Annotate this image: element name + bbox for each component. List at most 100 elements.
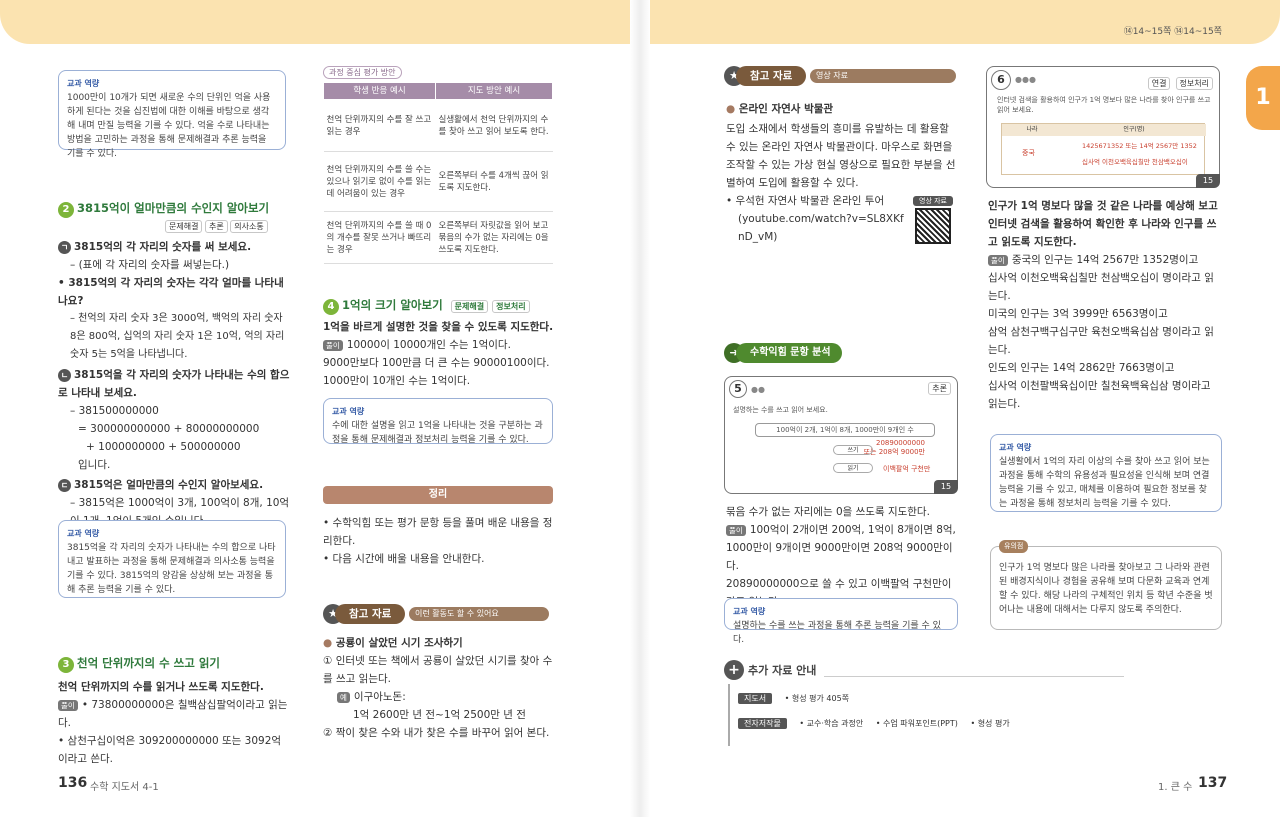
competency-note-1: 교과 역량 1000만이 10개가 되면 새로운 수의 단위인 억을 사용하게 … — [58, 70, 286, 159]
museum-url[interactable]: (youtube.com/watch?v=SL8XKfnD_vM) — [726, 210, 906, 246]
qr-label: 영상 자료 — [913, 196, 953, 206]
competency-note-2: 교과 역량 3815억을 각 자리의 숫자가 나타내는 수의 합으로 나타내고 … — [58, 520, 286, 598]
caution-note: 유의점 인구가 1억 명보다 많은 나라를 찾아보고 그 나라와 관련된 배경지… — [990, 540, 1222, 630]
material-tag: 전자저작물 — [738, 718, 787, 729]
section-number: 4 — [323, 299, 339, 315]
section-title: 1억의 크기 알아보기 — [342, 298, 443, 312]
population-number: 1425671352 또는 14억 2567만 1352 — [1082, 142, 1197, 150]
additional-title: 추가 자료 안내 — [748, 664, 817, 677]
tag: 추론 — [928, 382, 951, 395]
sec3-line-1: 천억 단위까지의 수를 읽거나 쓰도록 지도한다. — [58, 681, 264, 693]
note-text: 실생활에서 1억의 자리 이상의 수를 찾아 쓰고 읽어 보는 과정을 통해 수… — [999, 457, 1210, 509]
note-text: 설명하는 수를 쓰는 과정을 통해 추론 능력을 기를 수 있다. — [733, 621, 941, 645]
reference-subtitle: 영상 자료 — [810, 69, 956, 83]
note-label: 교과 역량 — [67, 79, 100, 88]
q2b: = 300000000000 + 80000000000 — [78, 423, 260, 435]
p6-line-3: 십사억 이천오백육십칠만 천삼백오십이 명이라고 읽는다. — [988, 272, 1214, 302]
p6-line-6: 인도의 인구는 14억 2862만 7663명이고 — [988, 362, 1175, 374]
material-item[interactable]: • 교수·학습 과정안 — [799, 719, 863, 728]
note-label: 교과 역량 — [332, 407, 365, 416]
problem-5-box: 5 ●● 추론 설명하는 수를 쓰고 읽어 보세요. 100억이 2개, 1억이… — [724, 376, 958, 494]
q3: 3815억은 얼마만큼의 수인지 알아보세요. — [74, 479, 264, 491]
note-text: 1000만이 10개가 되면 새로운 수의 단위인 억을 사용하게 된다는 것을… — [67, 93, 271, 159]
section-4-body: 1억을 바르게 설명한 것을 찾을 수 있도록 지도한다. 풀이 10000이 1… — [323, 318, 555, 390]
page-fold — [630, 0, 650, 817]
q-marker: ㄴ — [58, 369, 71, 382]
sec3-line-2: • 73800000000은 칠백삼십팔억이라고 읽는다. — [58, 699, 288, 729]
p5-line-1: 묶음 수가 없는 자리에는 0을 쓰도록 지도한다. — [726, 506, 930, 518]
problem-number: 5 — [729, 380, 747, 398]
material-row-2: 전자저작물 • 교수·학습 과정안 • 수업 파워포인트(PPT) • 형성 평… — [738, 718, 1010, 729]
section-4-heading: 4 1억의 크기 알아보기 문제해결 정보처리 — [323, 297, 563, 315]
table-caption: 과정 중심 평가 방안 — [323, 66, 402, 79]
answer-label: 풀이 — [988, 255, 1008, 266]
tag: 추론 — [205, 220, 228, 233]
tag: 문제해결 — [450, 300, 489, 313]
note-label: 교과 역량 — [733, 607, 766, 616]
reference-line-2: ② 짝이 찾은 수와 내가 찾은 수를 바꾸어 읽어 본다. — [323, 727, 550, 739]
section-3-body: 천억 단위까지의 수를 읽거나 쓰도록 지도한다. 풀이 • 7380000000… — [58, 678, 290, 768]
problem-question: 인터넷 검색을 활용하여 인구가 1억 명보다 많은 나라를 찾아 인구를 쓰고… — [997, 96, 1211, 114]
p6-line-1: 인구가 1억 명보다 많을 것 같은 나라를 예상해 보고 인터넷 검색을 활용… — [988, 200, 1218, 248]
reference-body: ● 공룡이 살았던 시기 조사하기 ① 인터넷 또는 책에서 공룡이 살았던 시… — [323, 634, 555, 742]
answer-number: 20890000000 — [876, 439, 925, 447]
p6-line-7: 십사억 이천팔백육십이만 칠천육백육십삼 명이라고 읽는다. — [988, 380, 1211, 410]
table-row: 천억 단위까지의 수를 잘 쓰고 읽는 경우 실생활에서 천억 단위까지의 수를 … — [323, 99, 553, 152]
p6-line-2: 중국의 인구는 14억 2567만 1352명이고 — [1011, 254, 1199, 266]
problem-6-box: 6 ●●● 연결 정보처리 인터넷 검색을 활용하여 인구가 1억 명보다 많은… — [986, 66, 1220, 188]
sec4-line-4: 1000만이 10개인 수는 1억이다. — [323, 375, 471, 387]
summary-line-2: • 다음 시간에 배울 내용을 안내한다. — [323, 553, 485, 565]
section-title: 3815억이 얼마만큼의 수인지 알아보기 — [77, 201, 270, 215]
material-item[interactable]: • 수업 파워포인트(PPT) — [876, 719, 958, 728]
table-cell: 천억 단위까지의 수를 쓸 수는 있으나 읽기로 없이 수를 읽는 데 어려움이… — [323, 151, 436, 212]
divider — [824, 676, 1124, 677]
population-read: 십사억 이천오백육십칠만 천삼백오십이 — [1082, 158, 1188, 166]
section-number: 3 — [58, 657, 74, 673]
table-header: 나라 — [1002, 124, 1062, 136]
note-label: 교과 역량 — [67, 529, 100, 538]
section-number: 2 — [58, 202, 74, 218]
competency-note-3: 교과 역량 수에 대한 설명을 읽고 1억을 나타내는 것을 구분하는 과정을 … — [323, 398, 553, 445]
material-item[interactable]: • 형성 평가 — [970, 719, 1009, 728]
reference-example-2: 1억 2600만 년 전~1억 2500만 년 전 — [353, 709, 526, 721]
answer-table: 나라 인구(명) 중국 1425671352 또는 14억 2567만 1352… — [1001, 123, 1206, 175]
page-footer-left: 수학 지도서 4-1 — [90, 782, 159, 793]
page-reference: ⑭14~15쪽 ⑭14~15쪽 — [1123, 27, 1222, 37]
sec4-line-2: 10000이 10000개인 수는 1억이다. — [346, 339, 511, 351]
sec4-line-3: 9000만보다 100만큼 더 큰 수는 90000100이다. — [323, 357, 550, 369]
table-row: 천억 단위까지의 수를 쓸 수는 있으나 읽기로 없이 수를 읽는 데 어려움이… — [323, 151, 553, 212]
country-answer: 중국 — [1022, 149, 1035, 157]
additional-materials: + 추가 자료 안내 지도서 • 형성 평가 405쪽 전자저작물 • 교수·학… — [724, 660, 1224, 748]
example-label: 예 — [337, 692, 350, 703]
section-2-tags: 문제해결 추론 의사소통 — [165, 220, 268, 233]
tag: 연결 — [1147, 77, 1171, 90]
vertical-rule — [728, 684, 730, 746]
museum-list-item: • 우석헌 자연사 박물관 온라인 투어 — [726, 195, 885, 207]
q1: 3815억의 각 자리의 숫자를 써 보세요. — [74, 241, 252, 253]
qr-block: 영상 자료 — [913, 196, 953, 244]
problem-6-explanation: 인구가 1억 명보다 많을 것 같은 나라를 예상해 보고 인터넷 검색을 활용… — [988, 197, 1222, 413]
table-header: 학생 반응 예시 — [323, 82, 436, 100]
competency-note-4: 교과 역량 설명하는 수를 쓰는 과정을 통해 추론 능력을 기를 수 있다. — [724, 598, 958, 645]
section-2-body: ㄱ 3815억의 각 자리의 숫자를 써 보세요. – (표에 각 자리의 숫자를… — [58, 238, 290, 530]
material-row-1: 지도서 • 형성 평가 405쪽 — [738, 693, 849, 704]
material-item[interactable]: • 형성 평가 405쪽 — [785, 694, 849, 703]
chapter-tab[interactable]: 1 — [1246, 66, 1280, 130]
page-badge: 15 — [1196, 174, 1220, 188]
table-cell: 실생활에서 천억 단위까지의 수를 찾아 쓰고 읽어 보도록 한다. — [435, 99, 553, 152]
problem-5-explanation: 묶음 수가 없는 자리에는 0을 쓰도록 지도한다. 풀이 100억이 2개이면 … — [726, 503, 960, 611]
answer-label: 풀이 — [323, 340, 343, 351]
p6-line-4: 미국의 인구는 3억 3999만 6563명이고 — [988, 308, 1168, 320]
reference-header: ★ 참고 자료 이런 활동도 할 수 있어요 — [323, 604, 555, 624]
q2c: + 1000000000 + 500000000 — [86, 441, 241, 453]
section-2-heading: 2 3815억이 얼마만큼의 수인지 알아보기 — [58, 200, 318, 218]
qr-code-icon[interactable] — [915, 208, 951, 244]
sec3-line-3: • 삼천구십이억은 309200000000 또는 3092억이라고 쓴다. — [58, 735, 282, 765]
table-header: 지도 방안 예시 — [435, 82, 553, 100]
answer-label: 풀이 — [726, 525, 746, 536]
answer-label: 풀이 — [58, 700, 78, 711]
p5-line-2: 100억이 2개이면 200억, 1억이 8개이면 8억, 1000만이 9개이… — [726, 524, 956, 572]
q2: 3815억을 각 자리의 숫자가 나타내는 수의 합으로 나타내 보세요. — [58, 369, 290, 399]
section-title: 천억 단위까지의 수 쓰고 읽기 — [77, 656, 220, 670]
q-marker: ㄷ — [58, 479, 71, 492]
